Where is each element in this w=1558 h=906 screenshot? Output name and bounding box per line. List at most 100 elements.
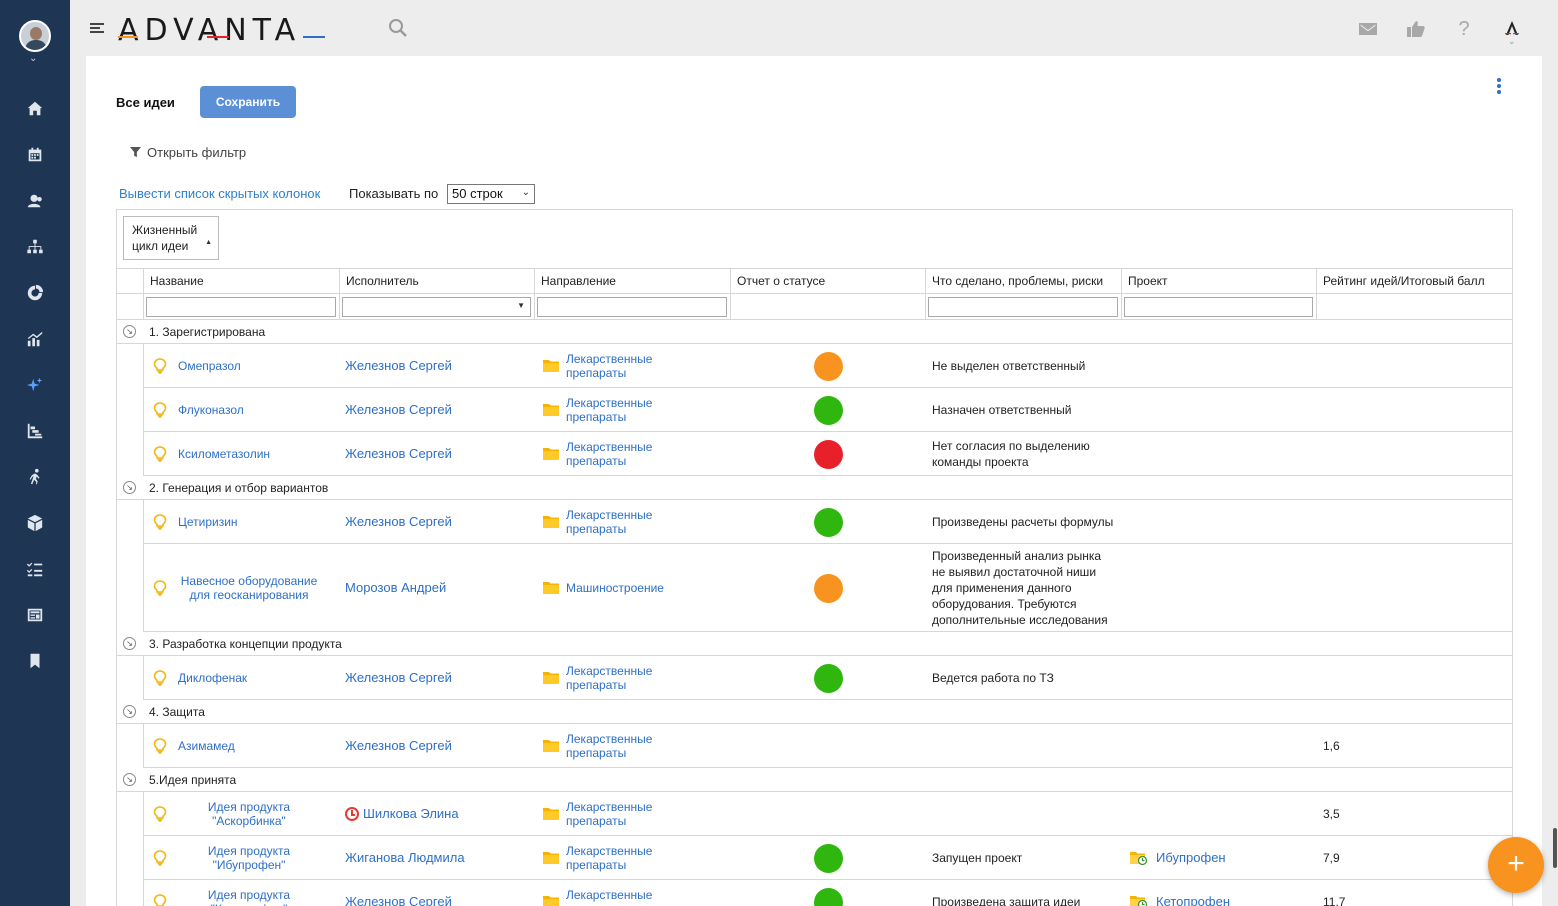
assignee-link[interactable]: Железнов Сергей [345,514,452,529]
assignee-link[interactable]: Морозов Андрей [345,580,446,595]
direction-link[interactable]: Лекарственные препараты [566,844,666,872]
assignee-link[interactable]: Железнов Сергей [345,446,452,461]
group-row[interactable]: ↘ 5.Идея принята [117,768,1512,792]
column-header[interactable]: Направление [534,269,730,294]
assignee-link[interactable]: Железнов Сергей [345,358,452,373]
chevron-down-icon[interactable]: ▼ [517,301,525,310]
folder-icon [543,515,559,528]
chevron-down-icon[interactable]: ⌄ [29,53,37,64]
advanta-logo[interactable]: ADVANTA [118,13,301,48]
column-filter-input[interactable] [537,297,727,317]
analytics-icon[interactable] [23,327,47,351]
bookmark-icon[interactable] [23,649,47,673]
idea-name-link[interactable]: Идея продукта "Кетопрофен" [174,888,324,906]
collapse-group-icon[interactable]: ↘ [123,481,136,494]
column-filter-input[interactable] [928,297,1118,317]
collapse-group-icon[interactable]: ↘ [123,773,136,786]
table-row[interactable]: Цетиризин Железнов Сергей Лекарственные пр… [143,500,1512,544]
column-header[interactable]: Проект [1121,269,1316,294]
table-row[interactable]: Ксилометазолин Железнов Сергей Лекарственн… [143,432,1512,476]
group-row[interactable]: ↘ 2. Генерация и отбор вариантов [117,476,1512,500]
collapse-group-icon[interactable]: ↘ [123,705,136,718]
more-options-icon[interactable] [1494,78,1504,98]
column-header[interactable]: Название [143,269,339,294]
idea-name-link[interactable]: Цетиризин [178,515,328,529]
search-icon[interactable] [388,18,408,38]
idea-bulb-icon [153,894,167,906]
open-filter-button[interactable]: Открыть фильтр [130,145,246,160]
direction-link[interactable]: Лекарственные препараты [566,664,666,692]
group-row[interactable]: ↘ 1. Зарегистрирована [117,320,1512,344]
direction-link[interactable]: Лекарственные препараты [566,352,666,380]
group-row[interactable]: ↘ 3. Разработка концепции продукта [117,632,1512,656]
table-row[interactable]: Навесное оборудование для геосканировани… [143,544,1512,632]
column-header[interactable]: Рейтинг идей/Итоговый балл [1316,269,1512,294]
idea-name-link[interactable]: Омепразол [178,359,328,373]
direction-link[interactable]: Лекарственные препараты [566,800,666,828]
assignee-name: Железнов Сергей [345,514,452,529]
user-avatar[interactable] [19,20,51,52]
chevron-down-icon[interactable]: ⌄ [1508,36,1516,47]
idea-name-link[interactable]: Диклофенак [178,671,328,685]
add-button[interactable]: + [1488,837,1544,893]
group-row[interactable]: ↘ 4. Защита [117,700,1512,724]
scrollbar-thumb[interactable] [1553,828,1557,868]
project-link[interactable]: Ибупрофен [1156,850,1226,865]
thumbs-up-icon[interactable] [1405,18,1427,40]
ideas-sparkle-icon[interactable] [23,373,47,397]
column-header[interactable]: Исполнитель [339,269,534,294]
assignee-link[interactable]: Железнов Сергей [345,738,452,753]
column-header[interactable]: Отчет о статусе [730,269,925,294]
direction-link[interactable]: Лекарственные препараты [566,508,666,536]
idea-name-link[interactable]: Флуконазол [178,403,328,417]
column-header[interactable]: Что сделано, проблемы, риски [925,269,1121,294]
table-row[interactable]: Идея продукта "Аскорбинка" Шилкова Элина Л… [143,792,1512,836]
idea-name-link[interactable]: Идея продукта "Ибупрофен" [174,844,324,872]
news-icon[interactable] [23,603,47,627]
idea-name-link[interactable]: Азимамед [178,739,328,753]
rows-per-page-select[interactable]: 50 строк ⌄ [447,184,535,204]
collapse-group-icon[interactable]: ↘ [123,325,136,338]
assignee-link[interactable]: Шилкова Элина [345,806,459,821]
mail-icon[interactable] [1357,18,1379,40]
pie-chart-icon[interactable] [23,281,47,305]
run-icon[interactable] [23,465,47,489]
assignee-link[interactable]: Железнов Сергей [345,894,452,906]
idea-name-link[interactable]: Навесное оборудование для геосканировани… [174,574,324,602]
org-structure-icon[interactable] [23,235,47,259]
assignee-link[interactable]: Железнов Сергей [345,402,452,417]
rating-value: 3,5 [1323,807,1340,821]
idea-name-link[interactable]: Идея продукта "Аскорбинка" [174,800,324,828]
save-button[interactable]: Сохранить [200,86,296,118]
menu-toggle-icon[interactable] [90,21,106,35]
checklist-icon[interactable] [23,557,47,581]
calendar-icon[interactable] [23,143,47,167]
direction-link[interactable]: Лекарственные препараты [566,888,666,906]
hidden-columns-link[interactable]: Вывести список скрытых колонок [119,186,320,201]
home-icon[interactable] [23,97,47,121]
table-row[interactable]: Азимамед Железнов Сергей Лекарственные пре… [143,724,1512,768]
help-icon[interactable]: ? [1453,18,1475,40]
direction-link[interactable]: Лекарственные препараты [566,732,666,760]
idea-name-link[interactable]: Ксилометазолин [178,447,328,461]
collapse-group-icon[interactable]: ↘ [123,637,136,650]
group-by-chip[interactable]: Жизненный цикл идеи ▲ [123,216,219,260]
assignee-name: Железнов Сергей [345,446,452,461]
table-row[interactable]: Флуконазол Железнов Сергей Лекарственные п… [143,388,1512,432]
assignee-link[interactable]: Железнов Сергей [345,670,452,685]
users-icon[interactable] [23,189,47,213]
column-filter-input[interactable] [146,297,336,317]
table-row[interactable]: Омепразол Железнов Сергей Лекарственные пр… [143,344,1512,388]
direction-link[interactable]: Машиностроение [566,581,666,595]
gantt-icon[interactable] [23,419,47,443]
assignee-link[interactable]: Жиганова Людмила [345,850,465,865]
direction-link[interactable]: Лекарственные препараты [566,396,666,424]
table-row[interactable]: Идея продукта "Ибупрофен" Жиганова Людмил… [143,836,1512,880]
column-filter-input[interactable] [1124,297,1313,317]
direction-link[interactable]: Лекарственные препараты [566,440,666,468]
column-filter-input[interactable]: ▼ [342,297,531,317]
table-row[interactable]: Диклофенак Железнов Сергей Лекарственные п… [143,656,1512,700]
table-row[interactable]: Идея продукта "Кетопрофен" Железнов Серге… [143,880,1512,906]
cube-icon[interactable] [23,511,47,535]
project-link[interactable]: Кетопрофен [1156,894,1230,906]
